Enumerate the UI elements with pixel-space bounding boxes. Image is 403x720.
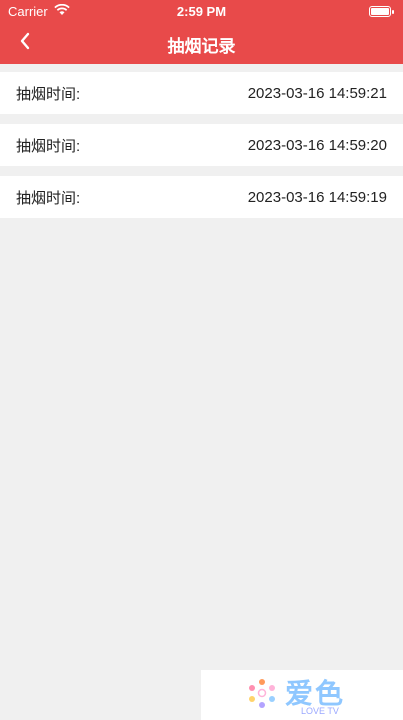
flower-logo-icon: [247, 678, 277, 708]
record-label: 抽烟时间:: [16, 85, 81, 103]
record-label: 抽烟时间:: [16, 137, 81, 155]
record-list: 抽烟时间: 2023-03-16 14:59:21 抽烟时间: 2023-03-…: [0, 72, 403, 228]
record-time: 2023-03-16 14:59:19: [247, 188, 387, 206]
list-item[interactable]: 抽烟时间: 2023-03-16 14:59:19: [0, 176, 403, 218]
page-title: 抽烟记录: [167, 37, 236, 56]
record-time: 2023-03-16 14:59:21: [247, 84, 387, 102]
record-label: 抽烟时间:: [16, 189, 81, 207]
nav-bar: 抽烟记录: [0, 22, 403, 64]
list-item[interactable]: 抽烟时间: 2023-03-16 14:59:20: [0, 124, 403, 166]
battery-icon: [369, 6, 394, 17]
app-header: Carrier 2:59 PM 抽烟记录: [0, 0, 403, 64]
record-time: 2023-03-16 14:59:20: [247, 136, 387, 154]
list-item[interactable]: 抽烟时间: 2023-03-16 14:59:21: [0, 72, 403, 114]
status-bar: Carrier 2:59 PM: [0, 0, 403, 22]
watermark: 爱色 LOVE TV: [201, 670, 403, 720]
status-time: 2:59 PM: [176, 4, 227, 19]
watermark-sub-text: LOVE TV: [301, 706, 339, 716]
